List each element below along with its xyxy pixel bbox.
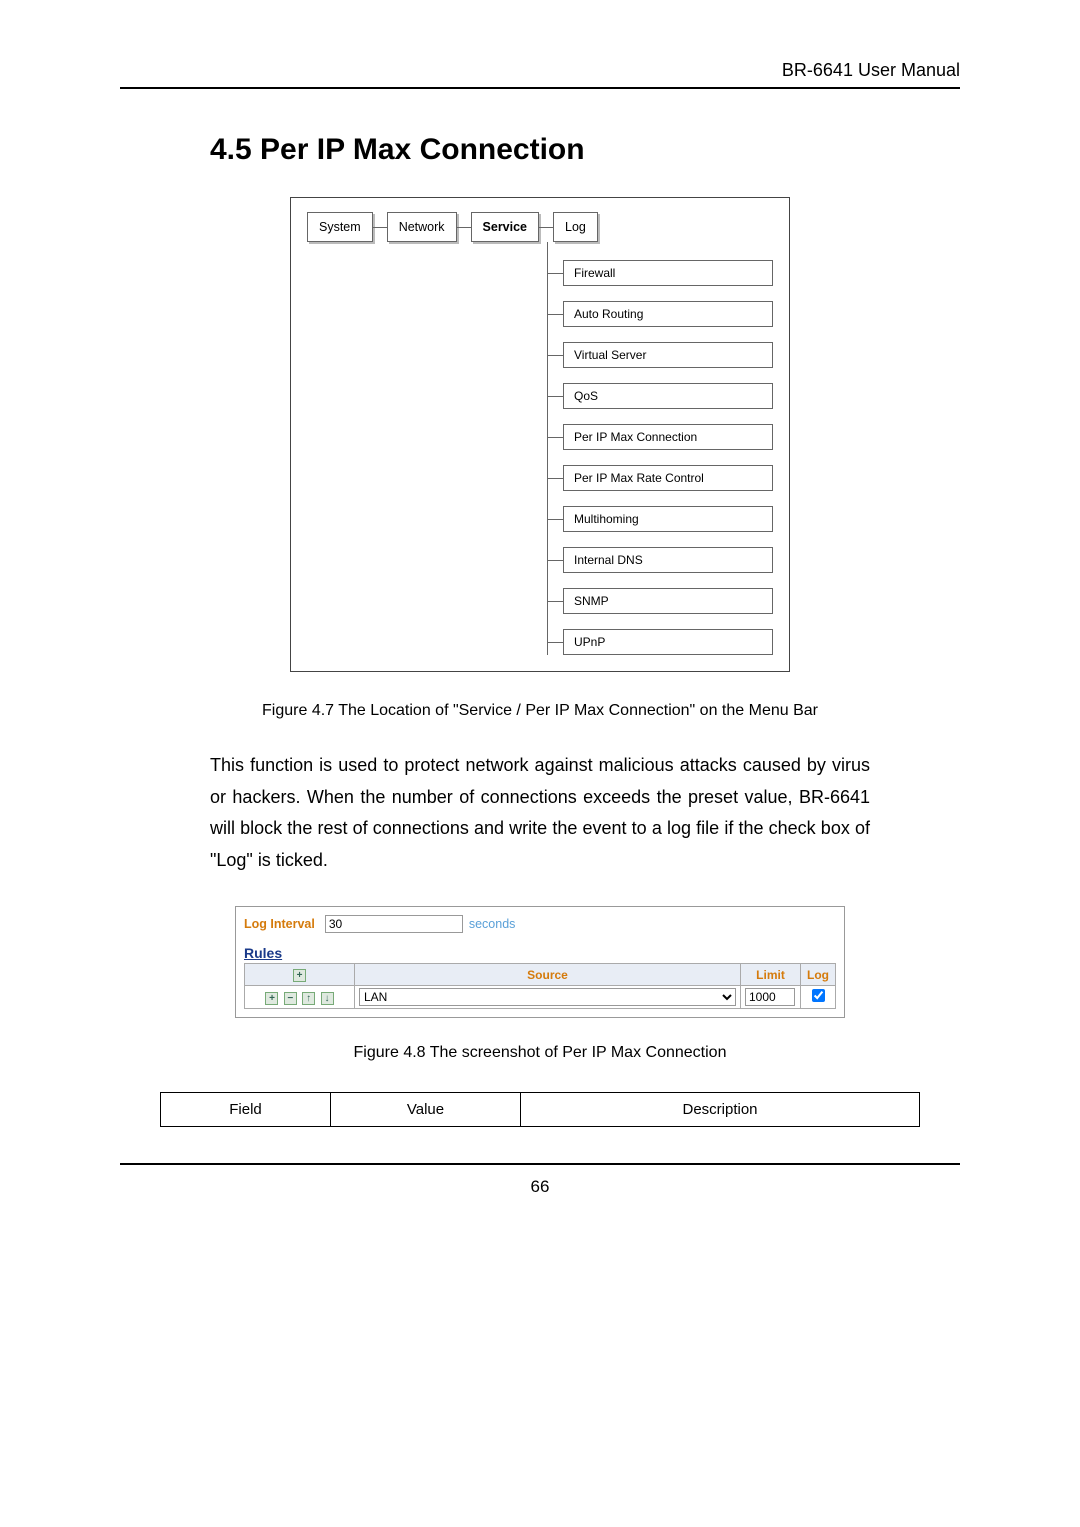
log-interval-input[interactable]: [325, 915, 463, 933]
move-down-icon[interactable]: ↓: [321, 992, 334, 1005]
running-header: BR-6641 User Manual: [120, 60, 960, 81]
section-title: 4.5 Per IP Max Connection: [210, 133, 960, 167]
connector-icon: [457, 227, 471, 228]
desc-header-value: Value: [331, 1093, 521, 1127]
limit-input[interactable]: [745, 988, 795, 1006]
service-submenu: Firewall Auto Routing Virtual Server QoS…: [553, 242, 773, 655]
submenu-snmp[interactable]: SNMP: [563, 588, 773, 614]
table-row: + − ↑ ↓ LAN: [245, 986, 836, 1009]
menu-tab-system[interactable]: System: [307, 212, 373, 242]
connector-icon: [373, 227, 387, 228]
rules-header-source: Source: [355, 964, 741, 986]
remove-rule-icon[interactable]: −: [284, 992, 297, 1005]
move-up-icon[interactable]: ↑: [302, 992, 315, 1005]
per-ip-max-connection-panel: Log Interval seconds Rules + Source Limi…: [235, 906, 845, 1018]
tree-line-icon: [547, 242, 548, 655]
seconds-label: seconds: [469, 917, 516, 931]
submenu-virtual-server[interactable]: Virtual Server: [563, 342, 773, 368]
submenu-qos[interactable]: QoS: [563, 383, 773, 409]
rules-heading[interactable]: Rules: [244, 945, 836, 961]
figure-caption-4-7: Figure 4.7 The Location of "Service / Pe…: [120, 702, 960, 720]
rules-header-limit: Limit: [741, 964, 801, 986]
submenu-multihoming[interactable]: Multihoming: [563, 506, 773, 532]
log-checkbox[interactable]: [812, 989, 825, 1002]
field-description-table: Field Value Description: [160, 1092, 920, 1127]
rules-table: + Source Limit Log + − ↑ ↓ LAN: [244, 963, 836, 1009]
desc-header-description: Description: [521, 1093, 920, 1127]
submenu-upnp[interactable]: UPnP: [563, 629, 773, 655]
menu-location-diagram: System Network Service Log Firewall Auto…: [290, 197, 790, 672]
submenu-internal-dns[interactable]: Internal DNS: [563, 547, 773, 573]
submenu-auto-routing[interactable]: Auto Routing: [563, 301, 773, 327]
add-rule-icon[interactable]: +: [265, 992, 278, 1005]
submenu-firewall[interactable]: Firewall: [563, 260, 773, 286]
section-body-text: This function is used to protect network…: [210, 750, 870, 876]
submenu-per-ip-max-rate-control[interactable]: Per IP Max Rate Control: [563, 465, 773, 491]
source-select[interactable]: LAN: [359, 988, 736, 1006]
menu-top-row: System Network Service Log: [307, 212, 773, 242]
menu-tab-service[interactable]: Service: [471, 212, 539, 242]
rules-header-log: Log: [801, 964, 836, 986]
footer-rule: [120, 1163, 960, 1165]
page-number: 66: [120, 1177, 960, 1197]
submenu-per-ip-max-connection[interactable]: Per IP Max Connection: [563, 424, 773, 450]
figure-caption-4-8: Figure 4.8 The screenshot of Per IP Max …: [120, 1044, 960, 1062]
menu-tab-log[interactable]: Log: [553, 212, 598, 242]
menu-tab-network[interactable]: Network: [387, 212, 457, 242]
log-interval-label: Log Interval: [244, 917, 315, 931]
header-rule: [120, 87, 960, 89]
connector-icon: [539, 227, 553, 228]
rules-header-actions: +: [245, 964, 355, 986]
add-rule-icon[interactable]: +: [293, 969, 306, 982]
desc-header-field: Field: [161, 1093, 331, 1127]
